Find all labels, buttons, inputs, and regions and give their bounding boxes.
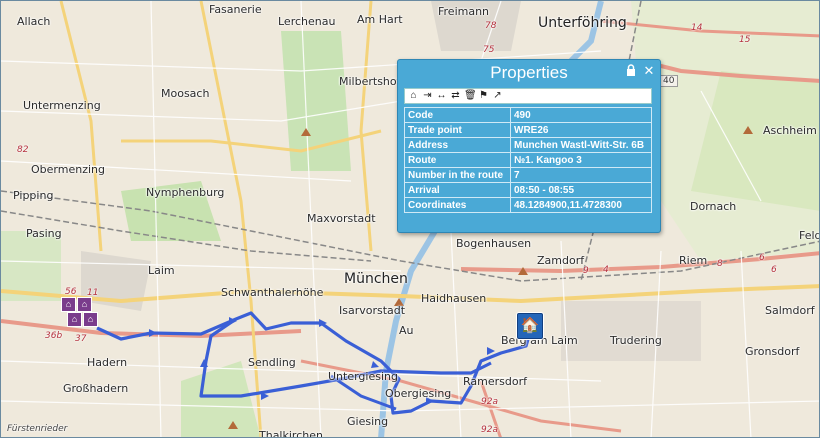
road-label: 36b bbox=[45, 331, 63, 341]
flag-icon[interactable]: ⚑ bbox=[478, 90, 489, 102]
place-label: Moosach bbox=[161, 87, 210, 100]
road-label: 82 bbox=[17, 145, 29, 155]
road-label: 40 bbox=[659, 75, 679, 87]
place-label: Maxvorstadt bbox=[307, 212, 376, 225]
place-label: Ramersdorf bbox=[463, 375, 527, 388]
table-row: Code 490 bbox=[404, 107, 652, 123]
place-label: Hadern bbox=[87, 356, 128, 369]
trash-icon[interactable]: 🗑 bbox=[464, 90, 477, 102]
stop-marker[interactable]: ⌂ bbox=[67, 312, 82, 327]
place-label: München bbox=[344, 271, 408, 287]
place-label: Untermenzing bbox=[23, 99, 101, 112]
place-label: Obergiesing bbox=[385, 387, 452, 400]
property-key: Trade point bbox=[404, 122, 511, 138]
place-label: Pasing bbox=[26, 227, 62, 240]
place-label: Dornach bbox=[690, 200, 737, 213]
external-link-icon[interactable]: ↗ bbox=[492, 90, 503, 102]
property-value: 7 bbox=[510, 167, 652, 183]
place-label: Lerchenau bbox=[278, 15, 336, 28]
property-key: Route bbox=[404, 152, 511, 168]
property-key: Number in the route bbox=[404, 167, 511, 183]
place-label: Trudering bbox=[610, 334, 662, 347]
place-label: Nymphenburg bbox=[146, 186, 225, 199]
road-label: 14 bbox=[691, 23, 703, 33]
place-label: Salmdorf bbox=[765, 304, 815, 317]
place-label: Haidhausen bbox=[421, 292, 487, 305]
road-label: 78 bbox=[485, 21, 497, 31]
place-label: Laim bbox=[148, 264, 175, 277]
property-value: 490 bbox=[510, 107, 652, 123]
road-label: 92a bbox=[481, 425, 498, 435]
place-label: Schwanthalerhöhe bbox=[221, 286, 324, 299]
swap-icon[interactable]: ⇄ bbox=[450, 90, 461, 102]
property-value: 08:50 - 08:55 bbox=[510, 182, 652, 198]
stop-marker[interactable]: ⌂ bbox=[77, 297, 92, 312]
road-label: 8 bbox=[717, 259, 723, 269]
property-key: Coordinates bbox=[404, 197, 511, 213]
property-value: 48.1284900,11.4728300 bbox=[510, 197, 652, 213]
stop-marker[interactable]: ⌂ bbox=[61, 297, 76, 312]
property-key: Arrival bbox=[404, 182, 511, 198]
table-row: Route №1. Kangoo 3 bbox=[404, 152, 652, 168]
place-label: Feldk bbox=[799, 229, 819, 242]
table-row: Trade point WRE26 bbox=[404, 122, 652, 138]
place-label: Giesing bbox=[347, 415, 389, 428]
house-icon: ⌂ bbox=[87, 314, 94, 324]
table-row: Number in the route 7 bbox=[404, 167, 652, 183]
place-label: Gronsdorf bbox=[745, 345, 800, 358]
table-row: Coordinates 48.1284900,11.4728300 bbox=[404, 197, 652, 213]
place-label: Isarvorstadt bbox=[339, 304, 406, 317]
house-icon: ⌂ bbox=[71, 314, 78, 324]
road-label: 6 bbox=[759, 253, 765, 263]
place-label: Aschheim bbox=[763, 124, 817, 137]
road-label: 92a bbox=[481, 397, 498, 407]
road-label: 75 bbox=[483, 45, 495, 55]
place-label: Au bbox=[399, 324, 414, 337]
properties-popup: Properties ✕ ⌂ ⇥ ↔ ⇄ 🗑 ⚑ ↗ Code 490 Trade… bbox=[397, 59, 661, 233]
arrows-horizontal-icon[interactable]: ↔ bbox=[436, 90, 447, 102]
road-label: 37 bbox=[75, 334, 87, 344]
road-label: 4 bbox=[603, 265, 609, 275]
place-label: Untergiesing bbox=[328, 370, 398, 383]
property-value: №1. Kangoo 3 bbox=[510, 152, 652, 168]
arrow-right-bar-icon[interactable]: ⇥ bbox=[422, 90, 433, 102]
map-view[interactable]: Allach Fasanerie Lerchenau Am Hart Freim… bbox=[0, 0, 820, 438]
place-label: Am Hart bbox=[357, 13, 403, 26]
place-label: Unterföhring bbox=[538, 15, 627, 31]
place-label: Fasanerie bbox=[209, 3, 262, 16]
close-icon[interactable]: ✕ bbox=[642, 64, 656, 78]
property-value: Munchen Wastl-Witt-Str. 6B bbox=[510, 137, 652, 153]
table-row: Arrival 08:50 - 08:55 bbox=[404, 182, 652, 198]
place-label: Sendling bbox=[248, 356, 296, 369]
popup-toolbar: ⌂ ⇥ ↔ ⇄ 🗑 ⚑ ↗ bbox=[404, 88, 652, 104]
lock-icon[interactable] bbox=[624, 64, 638, 78]
depot-marker[interactable]: 🏠 bbox=[517, 313, 543, 339]
place-label: Fürstenrieder bbox=[7, 424, 68, 434]
stop-number: 11 bbox=[87, 288, 99, 298]
place-label: Pipping bbox=[13, 189, 54, 202]
place-label: Freimann bbox=[438, 5, 490, 18]
place-label: Thalkirchen bbox=[259, 429, 323, 438]
road-label: 6 bbox=[771, 265, 777, 275]
table-row: Address Munchen Wastl-Witt-Str. 6B bbox=[404, 137, 652, 153]
home-icon[interactable]: ⌂ bbox=[408, 90, 419, 102]
property-key: Code bbox=[404, 107, 511, 123]
house-icon: ⌂ bbox=[81, 299, 88, 309]
house-icon: ⌂ bbox=[65, 299, 72, 309]
popup-title: Properties bbox=[490, 63, 568, 82]
place-label: Bogenhausen bbox=[456, 237, 532, 250]
properties-table: Code 490 Trade point WRE26 Address Munchen … bbox=[404, 107, 652, 213]
property-key: Address bbox=[404, 137, 511, 153]
stop-number: 56 bbox=[65, 287, 77, 297]
place-label: Großhadern bbox=[63, 382, 129, 395]
stop-marker[interactable]: ⌂ bbox=[83, 312, 98, 327]
place-label: Zamdorf bbox=[537, 254, 585, 267]
warehouse-icon: 🏠 bbox=[520, 317, 540, 334]
road-label: 9 bbox=[583, 266, 589, 276]
place-label: Obermenzing bbox=[31, 163, 105, 176]
place-label: Allach bbox=[17, 15, 51, 28]
road-label: 15 bbox=[739, 35, 751, 45]
place-label: Riem bbox=[679, 254, 708, 267]
property-value: WRE26 bbox=[510, 122, 652, 138]
